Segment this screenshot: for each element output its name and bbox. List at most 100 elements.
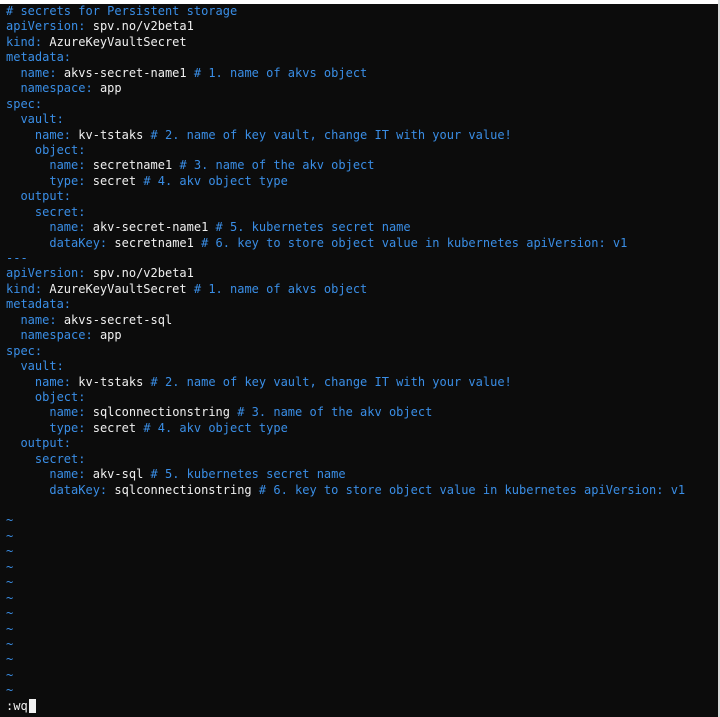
- tilde-marker: ~: [6, 606, 14, 621]
- yaml-comment: # 3. name of the akv object: [179, 158, 375, 173]
- yaml-comment: # 3. name of the akv object: [237, 405, 433, 420]
- code-line[interactable]: spec:: [6, 97, 716, 112]
- tilde-marker: ~: [6, 683, 14, 698]
- yaml-comment: # 4. akv object type: [143, 173, 288, 188]
- code-line[interactable]: name: akv-secret-name1 # 5. kubernetes s…: [6, 220, 716, 235]
- yaml-key: kind:: [6, 281, 43, 296]
- code-line[interactable]: metadata:: [6, 297, 716, 312]
- tilde-marker: ~: [6, 590, 14, 605]
- empty-line-marker[interactable]: ~: [6, 591, 716, 606]
- code-line[interactable]: dataKey: sqlconnectionstring # 6. key to…: [6, 483, 716, 498]
- yaml-value: secret: [92, 420, 137, 435]
- empty-line-marker[interactable]: ~: [6, 575, 716, 590]
- yaml-value: sqlconnectionstring: [92, 405, 230, 420]
- yaml-comment: # 6. key to store object value in kubern…: [258, 482, 686, 497]
- code-line[interactable]: ---: [6, 251, 716, 266]
- yaml-key: object:: [34, 389, 86, 404]
- code-line[interactable]: name: sqlconnectionstring # 3. name of t…: [6, 405, 716, 420]
- yaml-value: kv-tstaks: [78, 127, 144, 142]
- tilde-marker: ~: [6, 575, 14, 590]
- yaml-key: name:: [34, 374, 72, 389]
- tilde-marker: ~: [6, 559, 14, 574]
- vim-editor-buffer[interactable]: # secrets for Persistent storage apiVersi…: [6, 4, 716, 699]
- code-line[interactable]: apiVersion: spv.no/v2beta1: [6, 19, 716, 34]
- yaml-key: namespace:: [20, 81, 93, 96]
- yaml-comment: ---: [6, 251, 28, 265]
- yaml-key: name:: [49, 220, 86, 235]
- code-line[interactable]: type: secret # 4. akv object type: [6, 174, 716, 189]
- code-line[interactable]: secret:: [6, 452, 716, 467]
- code-line[interactable]: [6, 498, 716, 513]
- code-line[interactable]: metadata:: [6, 50, 716, 65]
- empty-line-marker[interactable]: ~: [6, 560, 716, 575]
- yaml-key: name:: [49, 467, 86, 482]
- empty-line-marker[interactable]: ~: [6, 652, 716, 667]
- code-line[interactable]: vault:: [6, 359, 716, 374]
- yaml-comment: # 5. kubernetes secret name: [150, 467, 346, 482]
- code-line[interactable]: namespace: app: [6, 328, 716, 343]
- code-line[interactable]: dataKey: secretname1 # 6. key to store o…: [6, 236, 716, 251]
- code-line[interactable]: spec:: [6, 344, 716, 359]
- yaml-comment: # 2. name of key vault, change IT with y…: [150, 374, 512, 389]
- text-cursor: [28, 699, 36, 713]
- yaml-key: name:: [49, 158, 86, 173]
- empty-line-marker[interactable]: ~: [6, 622, 716, 637]
- code-line[interactable]: object:: [6, 390, 716, 405]
- yaml-value: secretname1: [92, 158, 173, 173]
- yaml-key: object:: [34, 142, 86, 157]
- empty-line-marker[interactable]: ~: [6, 683, 716, 698]
- code-line[interactable]: namespace: app: [6, 81, 716, 96]
- code-line[interactable]: kind: AzureKeyVaultSecret: [6, 35, 716, 50]
- code-line[interactable]: apiVersion: spv.no/v2beta1: [6, 266, 716, 281]
- yaml-value: AzureKeyVaultSecret: [49, 281, 187, 296]
- code-line[interactable]: output:: [6, 436, 716, 451]
- code-line[interactable]: type: secret # 4. akv object type: [6, 421, 716, 436]
- code-line[interactable]: output:: [6, 189, 716, 204]
- empty-line-marker[interactable]: ~: [6, 544, 716, 559]
- yaml-comment: # 1. name of akvs object: [193, 65, 368, 80]
- code-line[interactable]: name: akv-sql # 5. kubernetes secret nam…: [6, 467, 716, 482]
- code-line[interactable]: name: kv-tstaks # 2. name of key vault, …: [6, 375, 716, 390]
- tilde-marker: ~: [6, 544, 14, 559]
- yaml-key: vault:: [20, 112, 64, 127]
- code-line[interactable]: name: akvs-secret-sql: [6, 313, 716, 328]
- code-line[interactable]: kind: AzureKeyVaultSecret # 1. name of a…: [6, 282, 716, 297]
- empty-line-marker[interactable]: ~: [6, 668, 716, 683]
- yaml-key: type:: [49, 173, 86, 188]
- yaml-key: namespace:: [20, 328, 93, 343]
- yaml-key: output:: [20, 189, 72, 204]
- code-line[interactable]: vault:: [6, 112, 716, 127]
- code-line[interactable]: object:: [6, 143, 716, 158]
- yaml-value: spv.no/v2beta1: [92, 266, 194, 281]
- empty-line-marker[interactable]: ~: [6, 606, 716, 621]
- code-line[interactable]: secret:: [6, 205, 716, 220]
- yaml-comment: # 6. key to store object value in kubern…: [201, 235, 628, 250]
- code-line[interactable]: # secrets for Persistent storage: [6, 4, 716, 19]
- yaml-comment: # secrets for Persistent storage: [6, 4, 238, 18]
- yaml-value: akvs-secret-sql: [63, 312, 173, 327]
- code-line[interactable]: name: secretname1 # 3. name of the akv o…: [6, 158, 716, 173]
- code-line[interactable]: name: kv-tstaks # 2. name of key vault, …: [6, 128, 716, 143]
- yaml-key: spec:: [6, 343, 43, 358]
- empty-line-marker[interactable]: ~: [6, 513, 716, 528]
- empty-line-marker[interactable]: ~: [6, 637, 716, 652]
- empty-line-marker[interactable]: ~: [6, 529, 716, 544]
- yaml-key: secret:: [34, 451, 86, 466]
- tilde-marker: ~: [6, 513, 14, 528]
- tilde-marker: ~: [6, 528, 14, 543]
- yaml-comment: # 2. name of key vault, change IT with y…: [150, 127, 512, 142]
- vim-command-line[interactable]: :wq: [6, 699, 36, 714]
- code-line[interactable]: name: akvs-secret-name1 # 1. name of akv…: [6, 66, 716, 81]
